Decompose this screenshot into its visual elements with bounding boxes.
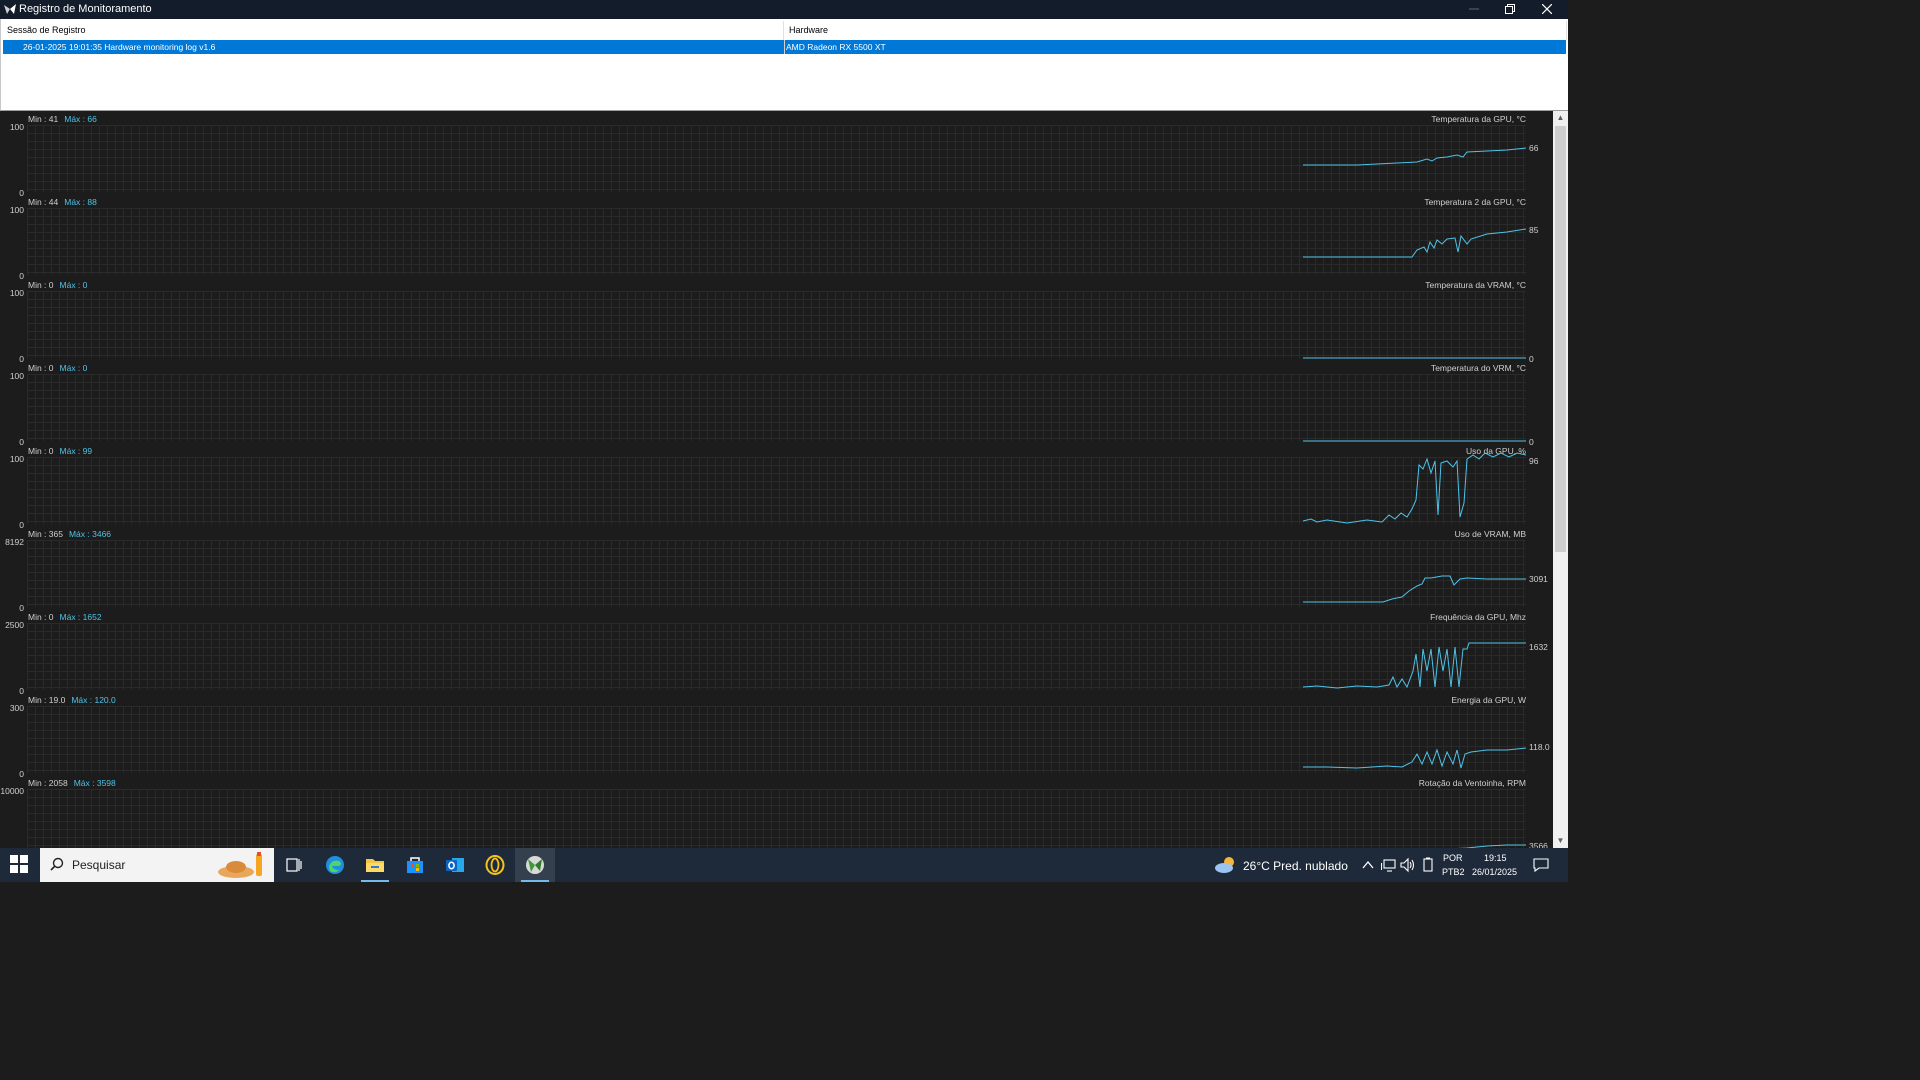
column-divider (784, 40, 785, 54)
graph-line (1456, 844, 1526, 848)
graph-line (1303, 357, 1526, 359)
edge-icon (326, 856, 344, 874)
graph-line (1303, 228, 1527, 258)
network-icon[interactable] (1381, 857, 1397, 873)
graph-area: 100 0 Min : 41 Máx : 66 Temperatura da GP… (0, 111, 1553, 848)
graph-line (1302, 452, 1527, 524)
window-title: Registro de Monitoramento (19, 3, 152, 15)
minimize-button[interactable] (1456, 0, 1492, 19)
restore-button[interactable] (1492, 0, 1528, 19)
active-indicator (361, 880, 389, 882)
graph-panel-gpu-power: 300 0 Min : 19.0 Máx : 120.0 Energia da G… (0, 692, 1553, 779)
graph-line (1303, 747, 1527, 769)
search-placeholder: Pesquisar (72, 858, 126, 872)
current-value: 3566 (1529, 841, 1548, 848)
task-view-button[interactable] (274, 848, 314, 882)
taskbar-app-file-explorer[interactable] (355, 848, 395, 882)
taskbar-app-opera[interactable] (475, 848, 515, 882)
session-table: Sessão de Registro Hardware 26-01-2025 1… (0, 19, 1568, 111)
afterburner-icon (526, 856, 544, 874)
keyboard-layout[interactable]: PTB2 (1442, 867, 1465, 877)
graph-line (1303, 575, 1526, 603)
y-axis-max: 2500 (5, 620, 24, 630)
graph-panel-vram-usage: 8192 0 Min : 365 Máx : 3466 Uso de VRAM, … (0, 526, 1553, 613)
y-axis-max: 100 (9, 122, 24, 132)
graph-panel-vrm-temp: 100 0 Min : 0 Máx : 0 Temperatura do VRM,… (0, 360, 1553, 447)
graph-panel-vram-temp: 100 0 Min : 0 Máx : 0 Temperatura da VRAM… (0, 277, 1553, 364)
graph-panel-gpu-temp-2: 100 0 Min : 44 Máx : 88 Temperatura 2 da … (0, 194, 1553, 281)
vertical-scrollbar[interactable]: ▲ ▼ (1553, 111, 1568, 848)
search-icon (50, 857, 64, 871)
current-value: 66 (1529, 143, 1539, 153)
taskbar-app-afterburner[interactable] (515, 848, 555, 882)
column-header-session[interactable]: Sessão de Registro (2, 21, 784, 40)
weather-text[interactable]: 26°C Pred. nublado (1243, 859, 1348, 873)
y-axis-max: 300 (9, 703, 24, 713)
search-box[interactable]: Pesquisar (40, 848, 274, 882)
file-explorer-icon (366, 859, 384, 872)
scrollbar-thumb[interactable] (1555, 126, 1566, 552)
title-bar: Registro de Monitoramento (0, 0, 1568, 19)
store-icon (407, 857, 423, 873)
opera-icon (485, 855, 505, 875)
current-value: 1632 (1529, 642, 1548, 652)
graph-line (1303, 147, 1527, 166)
app-icon (4, 4, 16, 14)
session-cell: 26-01-2025 19:01:35 Hardware monitoring … (23, 42, 216, 52)
minimize-icon (1469, 8, 1479, 10)
start-button[interactable] (0, 848, 40, 882)
restore-icon (1505, 4, 1515, 14)
clock-date[interactable]: 26/01/2025 (1472, 867, 1517, 877)
taskbar-app-outlook[interactable] (435, 848, 475, 882)
taskbar: Pesquisar 26°C Pred. nublado POR PTB2 19… (0, 848, 1568, 882)
active-indicator (521, 880, 549, 882)
y-axis-max: 100 (9, 371, 24, 381)
y-axis-max: 10000 (0, 786, 24, 796)
notification-icon[interactable] (1533, 857, 1549, 873)
start-icon (10, 855, 28, 873)
y-axis-max: 100 (9, 454, 24, 464)
task-view-icon (286, 858, 302, 872)
chevron-up-icon[interactable] (1362, 860, 1374, 870)
hardware-cell: AMD Radeon RX 5500 XT (786, 42, 886, 52)
clock-time[interactable]: 19:15 (1484, 853, 1507, 863)
scroll-down-button[interactable]: ▼ (1553, 834, 1568, 848)
current-value: 3091 (1529, 574, 1548, 584)
current-value: 85 (1529, 225, 1539, 235)
language-indicator[interactable]: POR (1443, 853, 1463, 863)
graph-line (1303, 440, 1526, 442)
y-axis-max: 100 (9, 205, 24, 215)
current-value: 118.0 (1529, 742, 1550, 752)
search-highlight-icon (218, 852, 262, 878)
session-row[interactable]: 26-01-2025 19:01:35 Hardware monitoring … (3, 40, 1566, 54)
outlook-icon (446, 858, 464, 872)
current-value: 96 (1529, 456, 1539, 466)
taskbar-app-edge[interactable] (315, 848, 355, 882)
graph-panel-gpu-clock: 2500 0 Min : 0 Máx : 1652 Frequência da G… (0, 609, 1553, 696)
battery-icon[interactable] (1421, 857, 1435, 873)
y-axis-max: 8192 (5, 537, 24, 547)
column-header-hardware[interactable]: Hardware (784, 21, 1567, 40)
scroll-up-button[interactable]: ▲ (1553, 111, 1568, 125)
volume-icon[interactable] (1400, 857, 1416, 873)
graph-line (1302, 642, 1526, 689)
y-axis-max: 100 (9, 288, 24, 298)
taskbar-app-store[interactable] (395, 848, 435, 882)
close-button[interactable] (1529, 0, 1565, 19)
graph-panel-gpu-temp: 100 0 Min : 41 Máx : 66 Temperatura da GP… (0, 111, 1553, 198)
close-icon (1541, 3, 1553, 15)
graph-panel-gpu-usage: 100 0 Min : 0 Máx : 99 Uso da GPU, % 96 (0, 443, 1553, 530)
graph-panel-fan-speed: 10000 Min : 2058 Máx : 3598 Rotação da Ve… (0, 775, 1553, 848)
weather-icon[interactable] (1214, 855, 1238, 875)
